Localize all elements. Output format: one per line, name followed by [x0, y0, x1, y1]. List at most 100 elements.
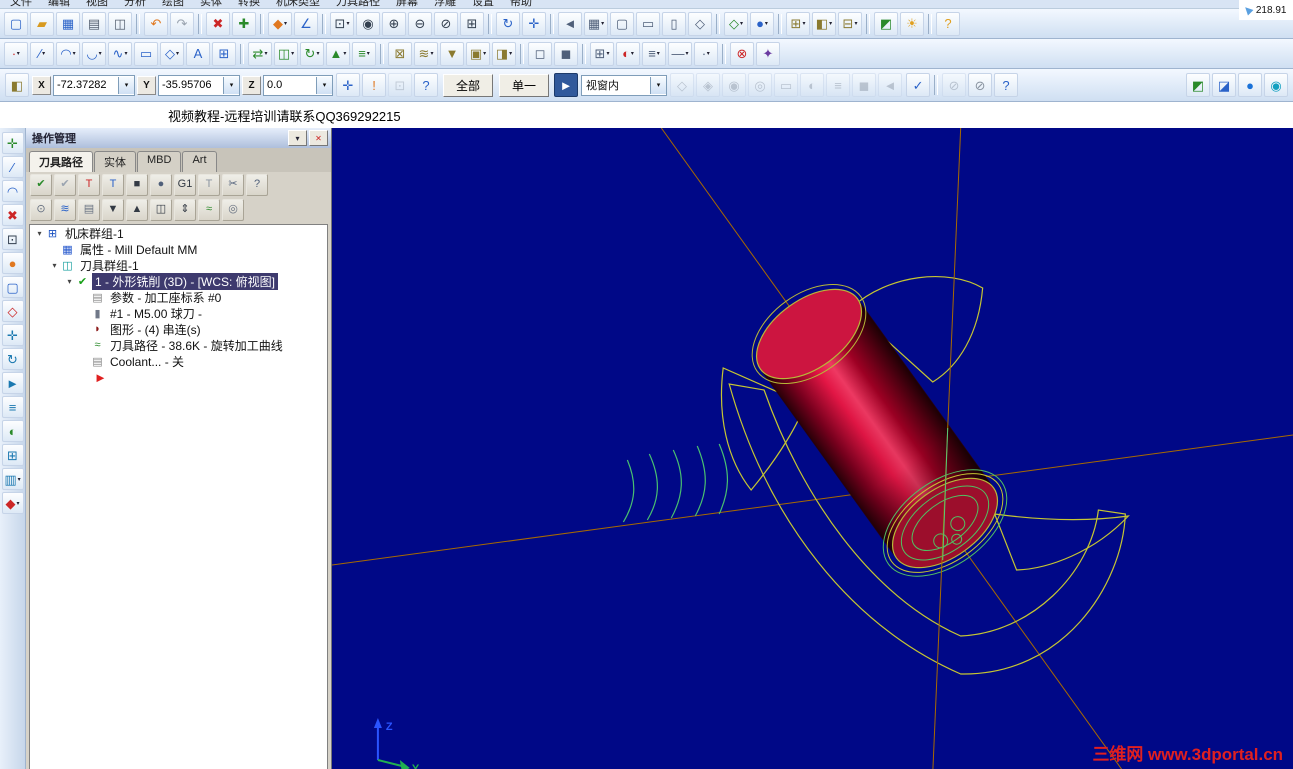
named-views-button[interactable]: ▦ ▾ — [584, 11, 608, 36]
tree-item[interactable]: ▤ 参数 - 加工座标系 #0 — [30, 289, 327, 305]
graphics-viewport[interactable]: Z Y 三维网 www.3dportal.cn — [332, 128, 1293, 769]
cplane-select-button[interactable]: ◧ ▾ — [812, 11, 836, 36]
analyze-distance-button[interactable]: ∠ — [294, 11, 318, 36]
mru-more-tools-dropdown-icon[interactable]: ▾ — [16, 500, 19, 507]
select-last-button[interactable]: ◄ — [878, 73, 903, 97]
validate-selection-button[interactable]: ✓ — [906, 73, 931, 97]
planes-cube-button[interactable]: ◪ — [1212, 73, 1236, 97]
wireframe-display-dropdown-icon[interactable]: ▾ — [740, 20, 743, 27]
y-coordinate-input[interactable] — [159, 79, 223, 91]
select-out-intersect-button[interactable]: ◎ — [748, 73, 773, 97]
toggle-posting-button[interactable]: ▤ — [78, 198, 100, 221]
toggle-toolpath-display-button[interactable]: ≋ — [54, 198, 76, 221]
apply-button[interactable]: ! — [362, 73, 386, 97]
menu-item-9[interactable]: 屏幕 — [396, 0, 418, 8]
select-all-operations-button[interactable]: ✔ — [30, 173, 52, 196]
menu-item-2[interactable]: 视图 — [86, 0, 108, 8]
tab-solids[interactable]: 实体 — [94, 151, 136, 172]
create-arc-dropdown-icon[interactable]: ▾ — [73, 50, 76, 57]
tree-item-label[interactable]: Coolant... - 关 — [107, 353, 187, 370]
toolpath-drill-button[interactable]: ▼ — [440, 41, 464, 66]
clear-masks-button[interactable]: ⊘ — [968, 73, 993, 97]
help-coordinates-button[interactable]: ? — [414, 73, 438, 97]
zoom-target-button[interactable]: ◉ — [356, 11, 380, 36]
attribute-color-button[interactable]: ◐ ▾ — [616, 41, 640, 66]
select-single-button[interactable]: 单一 — [499, 73, 550, 97]
blank-entity-button[interactable]: ◻ — [528, 41, 552, 66]
insert-arrow-icon[interactable]: ► — [94, 371, 107, 384]
select-in-intersect-button[interactable]: ◈ — [696, 73, 721, 97]
render-button[interactable]: ◩ — [874, 11, 898, 36]
grid-settings-button[interactable]: ⊞ ▾ — [590, 41, 614, 66]
menu-item-5[interactable]: 实体 — [200, 0, 222, 8]
wcs-select-button[interactable]: ⊟ ▾ — [838, 11, 862, 36]
lighting-button[interactable]: ☀ — [900, 11, 924, 36]
attribute-level-button[interactable]: ≡ ▾ — [642, 41, 666, 66]
attribute-linestyle-dropdown-icon[interactable]: ▾ — [685, 50, 688, 57]
zoom-window-button[interactable]: ⊡ ▾ — [330, 11, 354, 36]
menu-item-3[interactable]: 分析 — [124, 0, 146, 8]
select-in-button[interactable]: ◇ — [670, 73, 695, 97]
gview-cube-button[interactable]: ◩ — [1186, 73, 1210, 97]
insert-arrow-special-button[interactable]: ◫ — [150, 198, 172, 221]
tree-item-label[interactable]: 参数 - 加工座标系 #0 — [107, 289, 224, 306]
viewport-canvas[interactable]: Z Y 三维网 www.3dportal.cn — [332, 128, 1293, 769]
attribute-pointstyle-button[interactable]: ∙ ▾ — [694, 41, 718, 66]
tree-item-label[interactable]: 刀具群组-1 — [77, 257, 142, 274]
new-file-button[interactable]: ▢ — [4, 11, 28, 36]
menu-item-4[interactable]: 绘图 — [162, 0, 184, 8]
gview-select-button[interactable]: ⊞ ▾ — [786, 11, 810, 36]
mru-create-line-button[interactable]: ∕ — [1, 156, 24, 178]
tree-expander-icon[interactable]: ▾ — [34, 229, 45, 238]
mru-grid-button[interactable]: ⊞ — [1, 444, 24, 466]
tab-art[interactable]: Art — [182, 151, 217, 172]
xform-offset-button[interactable]: ≡ ▾ — [352, 41, 376, 66]
selection-mode-dropdown-icon[interactable]: ▾ — [650, 76, 667, 94]
delete-operations-button[interactable]: ✂ — [222, 173, 244, 196]
create-rectangle-button[interactable]: ▭ — [134, 41, 158, 66]
z-field-label[interactable]: Z — [242, 75, 261, 95]
help-button[interactable]: ? — [936, 11, 960, 36]
x-coordinate-input[interactable] — [54, 79, 118, 91]
viewport-background[interactable] — [332, 128, 1293, 769]
only-display-selected-button[interactable]: ≈ — [198, 198, 220, 221]
tree-item-label[interactable]: 图形 - (4) 串连(s) — [107, 321, 204, 338]
autocursor-button[interactable]: ◧ — [5, 73, 29, 97]
menu-item-12[interactable]: 帮助 — [510, 0, 532, 8]
tree-item-label[interactable]: 1 - 外形铣削 (3D) - [WCS: 俯视图] — [92, 272, 279, 290]
scroll-insert-button[interactable]: ⇕ — [174, 198, 196, 221]
mru-iso-view-button[interactable]: ◇ — [1, 300, 24, 322]
insert-arrow-row[interactable]: ► — [30, 369, 327, 385]
create-fillet-dropdown-icon[interactable]: ▾ — [99, 50, 102, 57]
create-line-button[interactable]: ∕ ▾ — [30, 41, 54, 66]
attribute-pointstyle-dropdown-icon[interactable]: ▾ — [707, 50, 710, 57]
menu-item-10[interactable]: 浮雕 — [434, 0, 456, 8]
regen-all-button[interactable]: T — [102, 173, 124, 196]
mru-levels-button[interactable]: ≡ — [1, 396, 24, 418]
zoom-previous-button[interactable]: ⊘ — [434, 11, 458, 36]
menu-item-0[interactable]: 文件 — [10, 0, 32, 8]
help-selection-button[interactable]: ? — [994, 73, 1019, 97]
x-field-label[interactable]: X — [32, 75, 51, 95]
mru-more-tools-button[interactable]: ◆ ▾ — [1, 492, 24, 514]
previous-view-button[interactable]: ◄ — [558, 11, 582, 36]
run-addin-button[interactable]: ✦ — [756, 41, 780, 66]
z-coordinate-input[interactable] — [264, 79, 316, 91]
cplane-select-dropdown-icon[interactable]: ▾ — [829, 20, 832, 27]
panel-close-button[interactable]: ✕ — [309, 130, 328, 146]
reset-selection-button[interactable]: ✔ — [54, 173, 76, 196]
mru-viewsheet-dropdown-icon[interactable]: ▾ — [18, 476, 21, 483]
pan-button[interactable]: ✛ — [522, 11, 546, 36]
menu-item-11[interactable]: 设置 — [472, 0, 494, 8]
tab-mbd[interactable]: MBD — [137, 151, 182, 172]
top-view-button[interactable]: ▢ — [610, 11, 634, 36]
wireframe-display-button[interactable]: ◇ ▾ — [724, 11, 748, 36]
mru-create-arc-button[interactable]: ◠ — [1, 180, 24, 202]
backplot-button[interactable]: ■ — [126, 173, 148, 196]
selection-mode-combo[interactable]: 视窗内 ▾ — [581, 74, 668, 96]
zoom-out-button[interactable]: ⊖ — [408, 11, 432, 36]
cursor-tracking-button[interactable]: ⊡ — [388, 73, 412, 97]
xform-rotate-button[interactable]: ↻ ▾ — [300, 41, 324, 66]
mru-zoom-fit-button[interactable]: ⊡ — [1, 228, 24, 250]
tree-item[interactable]: ▦ 属性 - Mill Default MM — [30, 241, 327, 257]
